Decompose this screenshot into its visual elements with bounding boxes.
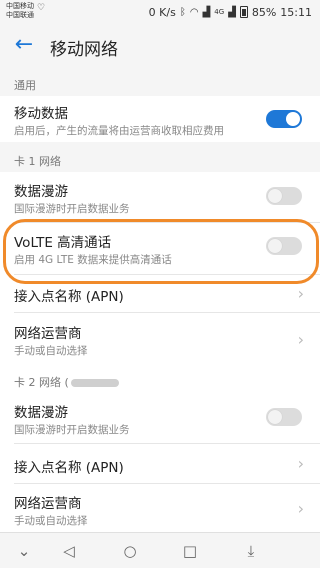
app-bar: ← 移动网络 (0, 24, 320, 68)
mobile-data-subtitle: 启用后，产生的流量将由运营商收取相应费用 (14, 125, 224, 137)
bluetooth-icon: ᛒ (179, 6, 186, 18)
signal-icon: ▟ (202, 6, 211, 18)
section-sim2-label: 卡 2 网络 ( (14, 376, 69, 389)
recents-square-icon[interactable]: □ (178, 539, 202, 563)
toggle-knob (268, 410, 282, 424)
chevron-right-icon: › (297, 454, 304, 473)
mobile-data-title: 移动数据 (14, 106, 68, 122)
apn-1-title: 接入点名称 (APN) (14, 289, 124, 305)
notification-pull-down-icon[interactable]: ⤓ (239, 539, 263, 563)
operator-1-title: 网络运营商 (14, 326, 82, 342)
carrier-1: 中国移动 (6, 2, 34, 10)
toggle-knob (286, 112, 300, 126)
chevron-down-icon[interactable]: ⌄ (12, 539, 36, 563)
battery-icon (239, 6, 248, 18)
sim2-group: 数据漫游 国际漫游时开启数据业务 接入点名称 (APN) › 网络运营商 手动或… (0, 393, 320, 532)
roaming-1-subtitle: 国际漫游时开启数据业务 (14, 203, 130, 215)
chevron-right-icon: › (297, 330, 304, 349)
heart-icon: ♡ (37, 3, 46, 13)
carrier-2: 中国联通 (6, 11, 34, 19)
chevron-right-icon: › (297, 284, 304, 303)
roaming-2-title: 数据漫游 (14, 405, 68, 421)
section-sim1-header: 卡 1 网络 (14, 155, 61, 168)
network-speed: 0 K/s (148, 5, 176, 19)
volte-highlight-annotation (3, 219, 319, 284)
navigation-bar: ⌄ ◁ ○ □ ⤓ (0, 532, 320, 568)
status-bar: 中国移动 中国联通 ♡ 0 K/s ᛒ ◠ ▟ 4G ▟ 85% 15:11 (0, 0, 320, 24)
clock: 15:11 (280, 5, 312, 19)
chevron-right-icon: › (297, 499, 304, 518)
wifi-icon: ◠ (189, 6, 199, 18)
roaming-1-toggle[interactable] (266, 187, 302, 205)
page-title: 移动网络 (50, 40, 118, 60)
divider (14, 443, 320, 444)
operator-1-subtitle: 手动或自动选择 (14, 345, 88, 357)
home-circle-icon[interactable]: ○ (118, 539, 142, 563)
carrier-info: 中国移动 中国联通 ♡ (6, 2, 45, 20)
battery-level: 85% (251, 5, 277, 19)
signal-icon-2: ▟ (228, 6, 236, 18)
section-sim2-header: 卡 2 网络 ( (14, 374, 119, 390)
roaming-1-title: 数据漫游 (14, 184, 68, 200)
network-type-label: 4G (214, 8, 225, 16)
mobile-data-row[interactable]: 移动数据 启用后，产生的流量将由运营商收取相应费用 (0, 96, 320, 142)
back-arrow-icon[interactable]: ← (10, 32, 38, 60)
divider (14, 483, 320, 484)
roaming-2-subtitle: 国际漫游时开启数据业务 (14, 424, 130, 436)
back-triangle-icon[interactable]: ◁ (57, 539, 81, 563)
apn-2-title: 接入点名称 (APN) (14, 460, 124, 476)
section-general-header: 通用 (14, 79, 36, 92)
mobile-data-toggle[interactable] (266, 110, 302, 128)
redacted-number (70, 379, 119, 387)
operator-2-title: 网络运营商 (14, 496, 82, 512)
roaming-2-toggle[interactable] (266, 408, 302, 426)
operator-2-subtitle: 手动或自动选择 (14, 515, 88, 527)
toggle-knob (268, 189, 282, 203)
divider (14, 312, 320, 313)
